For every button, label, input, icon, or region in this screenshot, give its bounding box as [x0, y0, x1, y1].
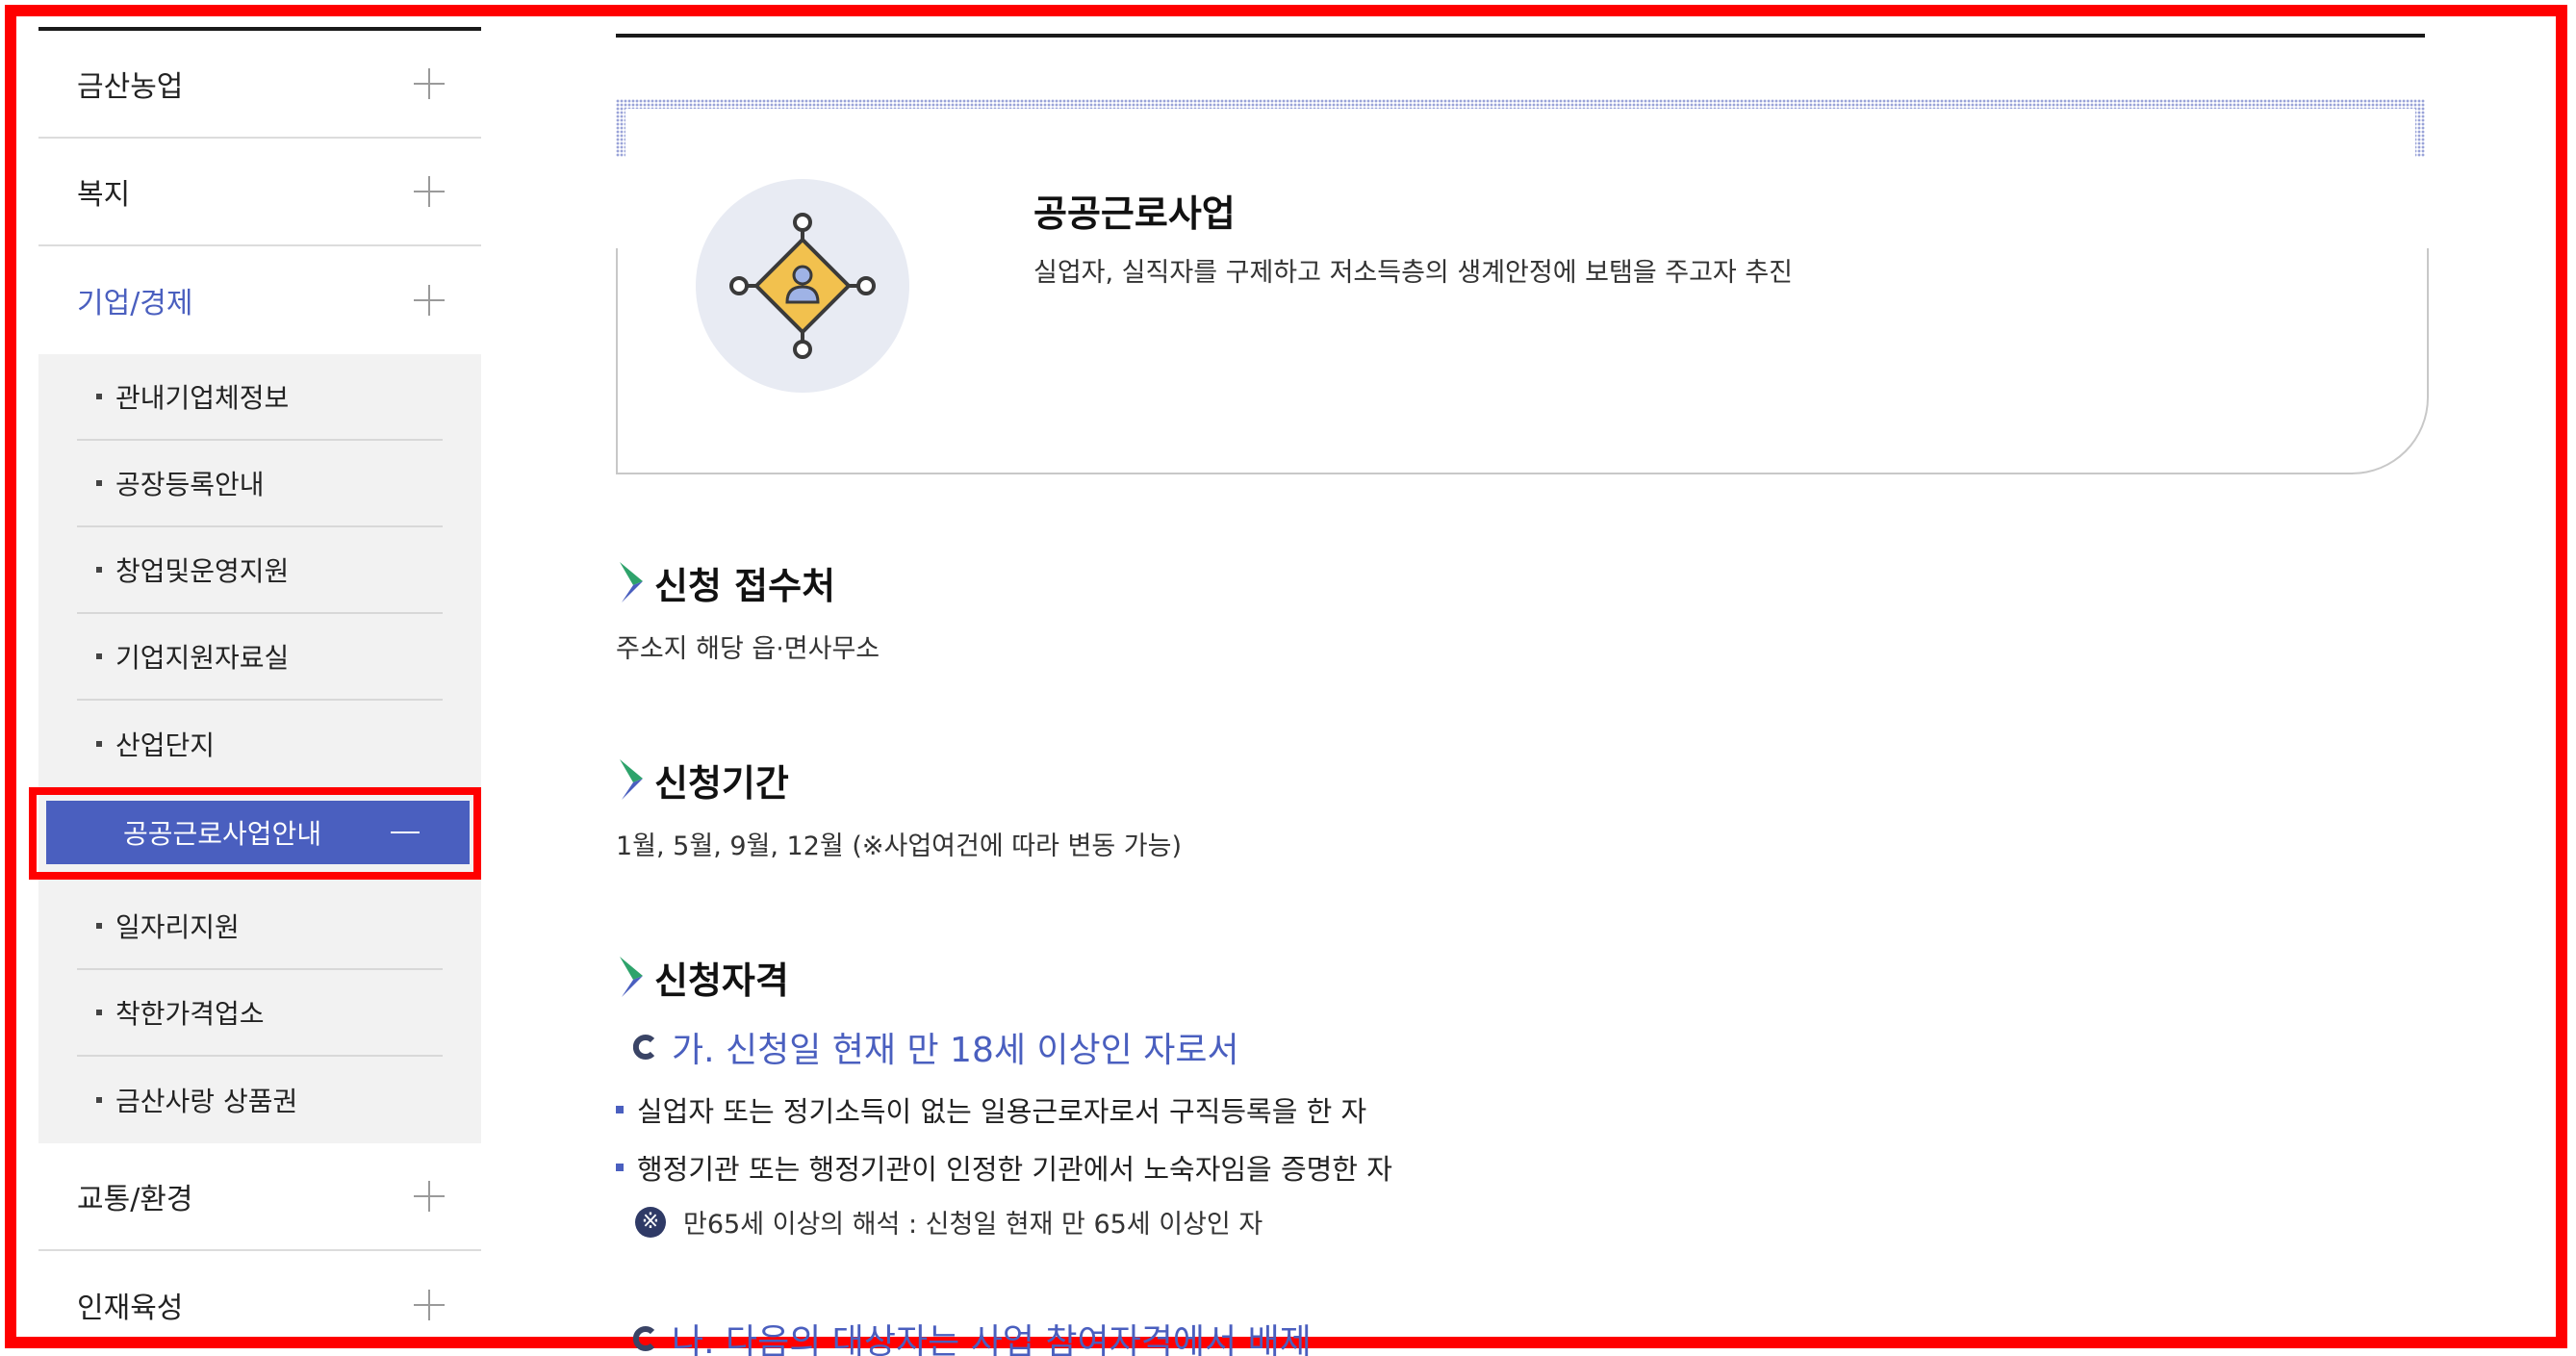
submenu-item-label: 공장등록안내: [115, 469, 265, 500]
sidebar-item-talent-development[interactable]: 인재육성: [38, 1251, 481, 1356]
section-heading: 신청 접수처: [616, 558, 880, 607]
submenu-item-label: 착한가격업소: [115, 998, 265, 1030]
sidebar-item-transport-environment[interactable]: 교통/환경: [38, 1143, 481, 1251]
c-mark-icon: [633, 1326, 655, 1351]
submenu-active-wrapper: 공공근로사업안내: [29, 787, 481, 883]
eligibility-bullet: 실업자 또는 정기소득이 없는 일용근로자로서 구직등록을 한 자: [616, 1089, 1392, 1130]
submenu-item-industrial-complex[interactable]: 산업단지: [77, 701, 443, 787]
chevron-bullet-icon: [620, 562, 643, 602]
section-text: 주소지 해당 읍·면사무소: [616, 634, 880, 664]
card-title: 공공근로사업: [1033, 192, 1236, 235]
sidebar-item-agriculture[interactable]: 금산농업: [38, 31, 481, 139]
submenu-item-good-price-shops[interactable]: 착한가격업소: [77, 970, 443, 1057]
submenu-item-public-works[interactable]: 공공근로사업안내: [46, 801, 470, 864]
submenu-item-job-support[interactable]: 일자리지원: [77, 883, 443, 970]
section-exclusion: 나. 다음의 대상자는 사업 참여자격에서 배제: [616, 1314, 1312, 1356]
c-mark-icon: [633, 1035, 655, 1060]
submenu-item-gift-voucher[interactable]: 금산사랑 상품권: [77, 1057, 443, 1143]
plus-icon[interactable]: [414, 1290, 445, 1320]
subheading-text: 나. 다음의 대상자는 사업 참여자격에서 배제: [672, 1322, 1312, 1356]
sidebar-item-business-economy[interactable]: 기업/경제: [38, 246, 481, 354]
eligibility-subheading-b: 나. 다음의 대상자는 사업 참여자격에서 배제: [616, 1314, 1312, 1356]
plus-icon[interactable]: [414, 176, 445, 207]
eligibility-bullet: 행정기관 또는 행정기관이 인정한 기관에서 노숙자임을 증명한 자: [616, 1147, 1392, 1188]
intro-card: 공공근로사업 실업자, 실직자를 구제하고 저소득층의 생계안정에 보탬을 주고…: [616, 99, 2429, 474]
chevron-bullet-icon: [620, 957, 643, 997]
subheading-text: 가. 신청일 현재 만 18세 이상인 자로서: [672, 1031, 1239, 1070]
submenu-item-local-companies[interactable]: 관내기업체정보: [77, 354, 443, 441]
plus-icon[interactable]: [414, 285, 445, 316]
submenu-item-label: 일자리지원: [115, 911, 240, 943]
main-content: 공공근로사업 실업자, 실직자를 구제하고 저소득층의 생계안정에 보탬을 주고…: [616, 34, 2429, 1356]
eligibility-subheading-a: 가. 신청일 현재 만 18세 이상인 자로서: [616, 1022, 1392, 1072]
sidebar-submenu: 관내기업체정보 공장등록안내 창업및운영지원 기업지원자료실 산업단지 공공근로…: [29, 354, 481, 1143]
submenu-item-label: 관내기업체정보: [115, 382, 290, 414]
submenu-item-label: 금산사랑 상품권: [115, 1086, 298, 1117]
reference-mark-icon: ※: [635, 1206, 666, 1238]
sidebar-item-label: 인재육성: [77, 1292, 184, 1325]
submenu-item-business-resources[interactable]: 기업지원자료실: [77, 614, 443, 701]
section-heading-text: 신청기간: [654, 761, 789, 805]
submenu-item-startup-support[interactable]: 창업및운영지원: [77, 527, 443, 614]
section-heading: 신청자격: [616, 953, 1392, 1002]
minus-icon[interactable]: [391, 832, 420, 833]
sidebar-item-label: 복지: [77, 178, 131, 212]
public-works-icon: [696, 179, 909, 393]
sidebar-item-welfare[interactable]: 복지: [38, 139, 481, 246]
submenu-item-factory-registration[interactable]: 공장등록안내: [77, 441, 443, 527]
content-top-border: [616, 34, 2425, 38]
submenu-item-label: 공공근로사업안내: [123, 818, 322, 850]
section-heading-text: 신청자격: [654, 959, 789, 1002]
sidebar-item-label: 기업/경제: [77, 287, 193, 320]
submenu-item-label: 창업및운영지원: [115, 555, 290, 587]
plus-icon[interactable]: [414, 1181, 445, 1212]
section-heading-text: 신청 접수처: [654, 564, 836, 607]
sidebar-nav: 금산농업 복지 기업/경제 관내기업체정보 공장등록안내 창업및운영지원 기업지…: [29, 27, 481, 1356]
section-application-office: 신청 접수처 주소지 해당 읍·면사무소: [616, 558, 880, 665]
plus-icon[interactable]: [414, 68, 445, 99]
card-description: 실업자, 실직자를 구제하고 저소득층의 생계안정에 보탬을 주고자 추진: [1033, 258, 1794, 288]
section-eligibility: 신청자격 가. 신청일 현재 만 18세 이상인 자로서 실업자 또는 정기소득…: [616, 953, 1392, 1241]
submenu-item-label: 기업지원자료실: [115, 642, 290, 674]
section-text: 1월, 5월, 9월, 12월 (※사업여건에 따라 변동 가능): [616, 832, 1183, 861]
sidebar-item-label: 금산농업: [77, 70, 184, 104]
sidebar-item-label: 교통/환경: [77, 1183, 193, 1216]
note-text: 만65세 이상의 해석 : 신청일 현재 만 65세 이상인 자: [683, 1210, 1263, 1240]
section-heading: 신청기간: [616, 755, 1182, 805]
chevron-bullet-icon: [620, 759, 643, 800]
eligibility-note: ※ 만65세 이상의 해석 : 신청일 현재 만 65세 이상인 자: [616, 1203, 1392, 1241]
submenu-item-label: 산업단지: [115, 729, 216, 761]
section-application-period: 신청기간 1월, 5월, 9월, 12월 (※사업여건에 따라 변동 가능): [616, 755, 1182, 862]
